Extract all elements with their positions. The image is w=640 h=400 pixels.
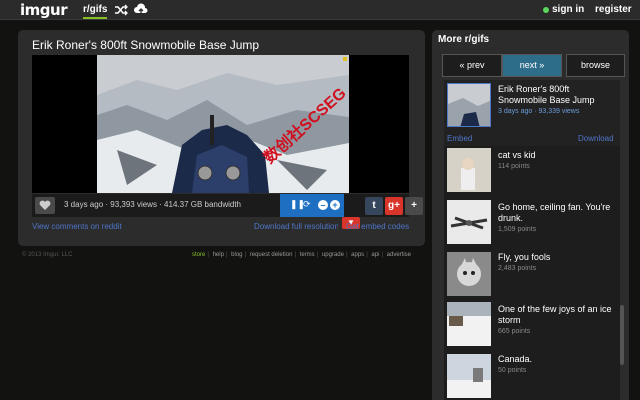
footer-link-advertise[interactable]: advertise xyxy=(387,252,411,258)
list-item[interactable]: cat vs kid 114 points xyxy=(444,148,622,196)
ice-storm-thumbnail[interactable] xyxy=(447,302,491,346)
post-title: Erik Roner's 800ft Snowmobile Base Jump xyxy=(32,38,260,52)
featured-title[interactable]: Erik Roner's 800ft Snowmobile Base Jump xyxy=(498,84,618,106)
view-comments-link[interactable]: View comments on reddit xyxy=(32,222,122,231)
footer-link-help[interactable]: help xyxy=(213,252,224,258)
sidebar-scrollbar[interactable] xyxy=(620,80,624,400)
google-plus-share-button[interactable]: g+ xyxy=(385,197,403,215)
imgur-logo[interactable]: imgur xyxy=(20,1,68,19)
sync-icon[interactable]: ⟳ xyxy=(303,199,311,210)
player-controls: ❚❚ ⟳ – + xyxy=(280,194,344,217)
footer-link-api[interactable]: api xyxy=(371,252,379,258)
footer-link-upgrade[interactable]: upgrade xyxy=(322,252,344,258)
scrollbar-thumb[interactable] xyxy=(620,305,624,365)
favorite-button[interactable] xyxy=(35,197,55,214)
footer-links: store | help | blog | request deletion | ter… xyxy=(192,252,412,258)
top-bar: imgur r/gifs sign in register xyxy=(0,0,640,20)
register-link[interactable]: register xyxy=(595,4,632,15)
list-item-title[interactable]: Go home, ceiling fan. You're drunk. xyxy=(498,202,618,224)
list-item-title[interactable]: cat vs kid xyxy=(498,150,618,161)
get-embed-codes-link[interactable]: Get embed codes xyxy=(346,222,409,231)
cloud-upload-icon[interactable] xyxy=(134,3,148,17)
footer-link-store[interactable]: store xyxy=(192,252,205,258)
fly-you-fools-thumbnail[interactable] xyxy=(447,252,491,296)
post-info-bar: 3 days ago · 93,393 views · 414.37 GB ba… xyxy=(32,194,423,217)
download-full-resolution-link[interactable]: Download full resolution xyxy=(254,222,338,231)
list-item-points: 665 points xyxy=(498,328,531,335)
prev-button[interactable]: « prev xyxy=(442,54,502,77)
gif-list: Erik Roner's 800ft Snowmobile Base Jump … xyxy=(444,80,622,400)
featured-meta: 3 days ago · 93,339 views xyxy=(498,108,580,115)
slow-down-button[interactable]: – xyxy=(318,200,328,210)
list-item-title[interactable]: Canada. xyxy=(498,354,618,365)
browse-button[interactable]: browse xyxy=(566,54,625,77)
nav-r-gifs[interactable]: r/gifs xyxy=(83,4,108,19)
canada-thumbnail[interactable] xyxy=(447,354,491,398)
list-item[interactable]: Canada. 50 points xyxy=(444,352,622,400)
list-item[interactable]: One of the few joys of an ice storm 665 … xyxy=(444,300,622,348)
more-gifs-sidebar: More r/gifs « prev next » browse Erik Ro… xyxy=(432,30,629,400)
footer-link-terms[interactable]: terms xyxy=(300,252,315,258)
more-share-button[interactable]: + xyxy=(405,197,423,215)
gif-player[interactable] xyxy=(32,55,409,193)
heart-icon xyxy=(39,200,51,210)
featured-thumbnail[interactable] xyxy=(447,83,491,127)
copyright: © 2013 Imgur, LLC xyxy=(22,252,73,258)
list-item-points: 114 points xyxy=(498,163,530,170)
speed-up-button[interactable]: + xyxy=(330,200,340,210)
ceiling-fan-thumbnail[interactable] xyxy=(447,200,491,244)
list-item-points: 2,483 points xyxy=(498,265,537,272)
tumblr-share-button[interactable]: t xyxy=(365,197,383,215)
post-meta: 3 days ago · 93,393 views · 414.37 GB ba… xyxy=(64,200,241,209)
online-status-dot xyxy=(543,7,549,13)
cat-vs-kid-thumbnail[interactable] xyxy=(447,148,491,192)
shuffle-icon[interactable] xyxy=(114,3,128,17)
list-item[interactable]: Fly, you fools 2,483 points xyxy=(444,250,622,298)
list-item[interactable]: Go home, ceiling fan. You're drunk. 1,50… xyxy=(444,198,622,246)
footer-link-request-deletion[interactable]: request deletion xyxy=(250,252,293,258)
featured-embed-link[interactable]: Embed xyxy=(447,134,472,143)
post-panel: Erik Roner's 800ft Snowmobile Base Jump … xyxy=(18,30,425,246)
footer-link-apps[interactable]: apps xyxy=(351,252,364,258)
footer-link-blog[interactable]: blog xyxy=(231,252,242,258)
list-item-title[interactable]: Fly, you fools xyxy=(498,252,618,263)
list-item-points: 1,509 points xyxy=(498,226,537,233)
sidebar-title: More r/gifs xyxy=(438,34,490,45)
list-item-points: 50 points xyxy=(498,367,527,374)
featured-download-link[interactable]: Download xyxy=(578,134,614,143)
list-item-title[interactable]: One of the few joys of an ice storm xyxy=(498,304,618,326)
list-item-featured[interactable]: Erik Roner's 800ft Snowmobile Base Jump … xyxy=(444,80,622,146)
sign-in-link[interactable]: sign in xyxy=(552,4,584,15)
next-button[interactable]: next » xyxy=(502,54,562,77)
